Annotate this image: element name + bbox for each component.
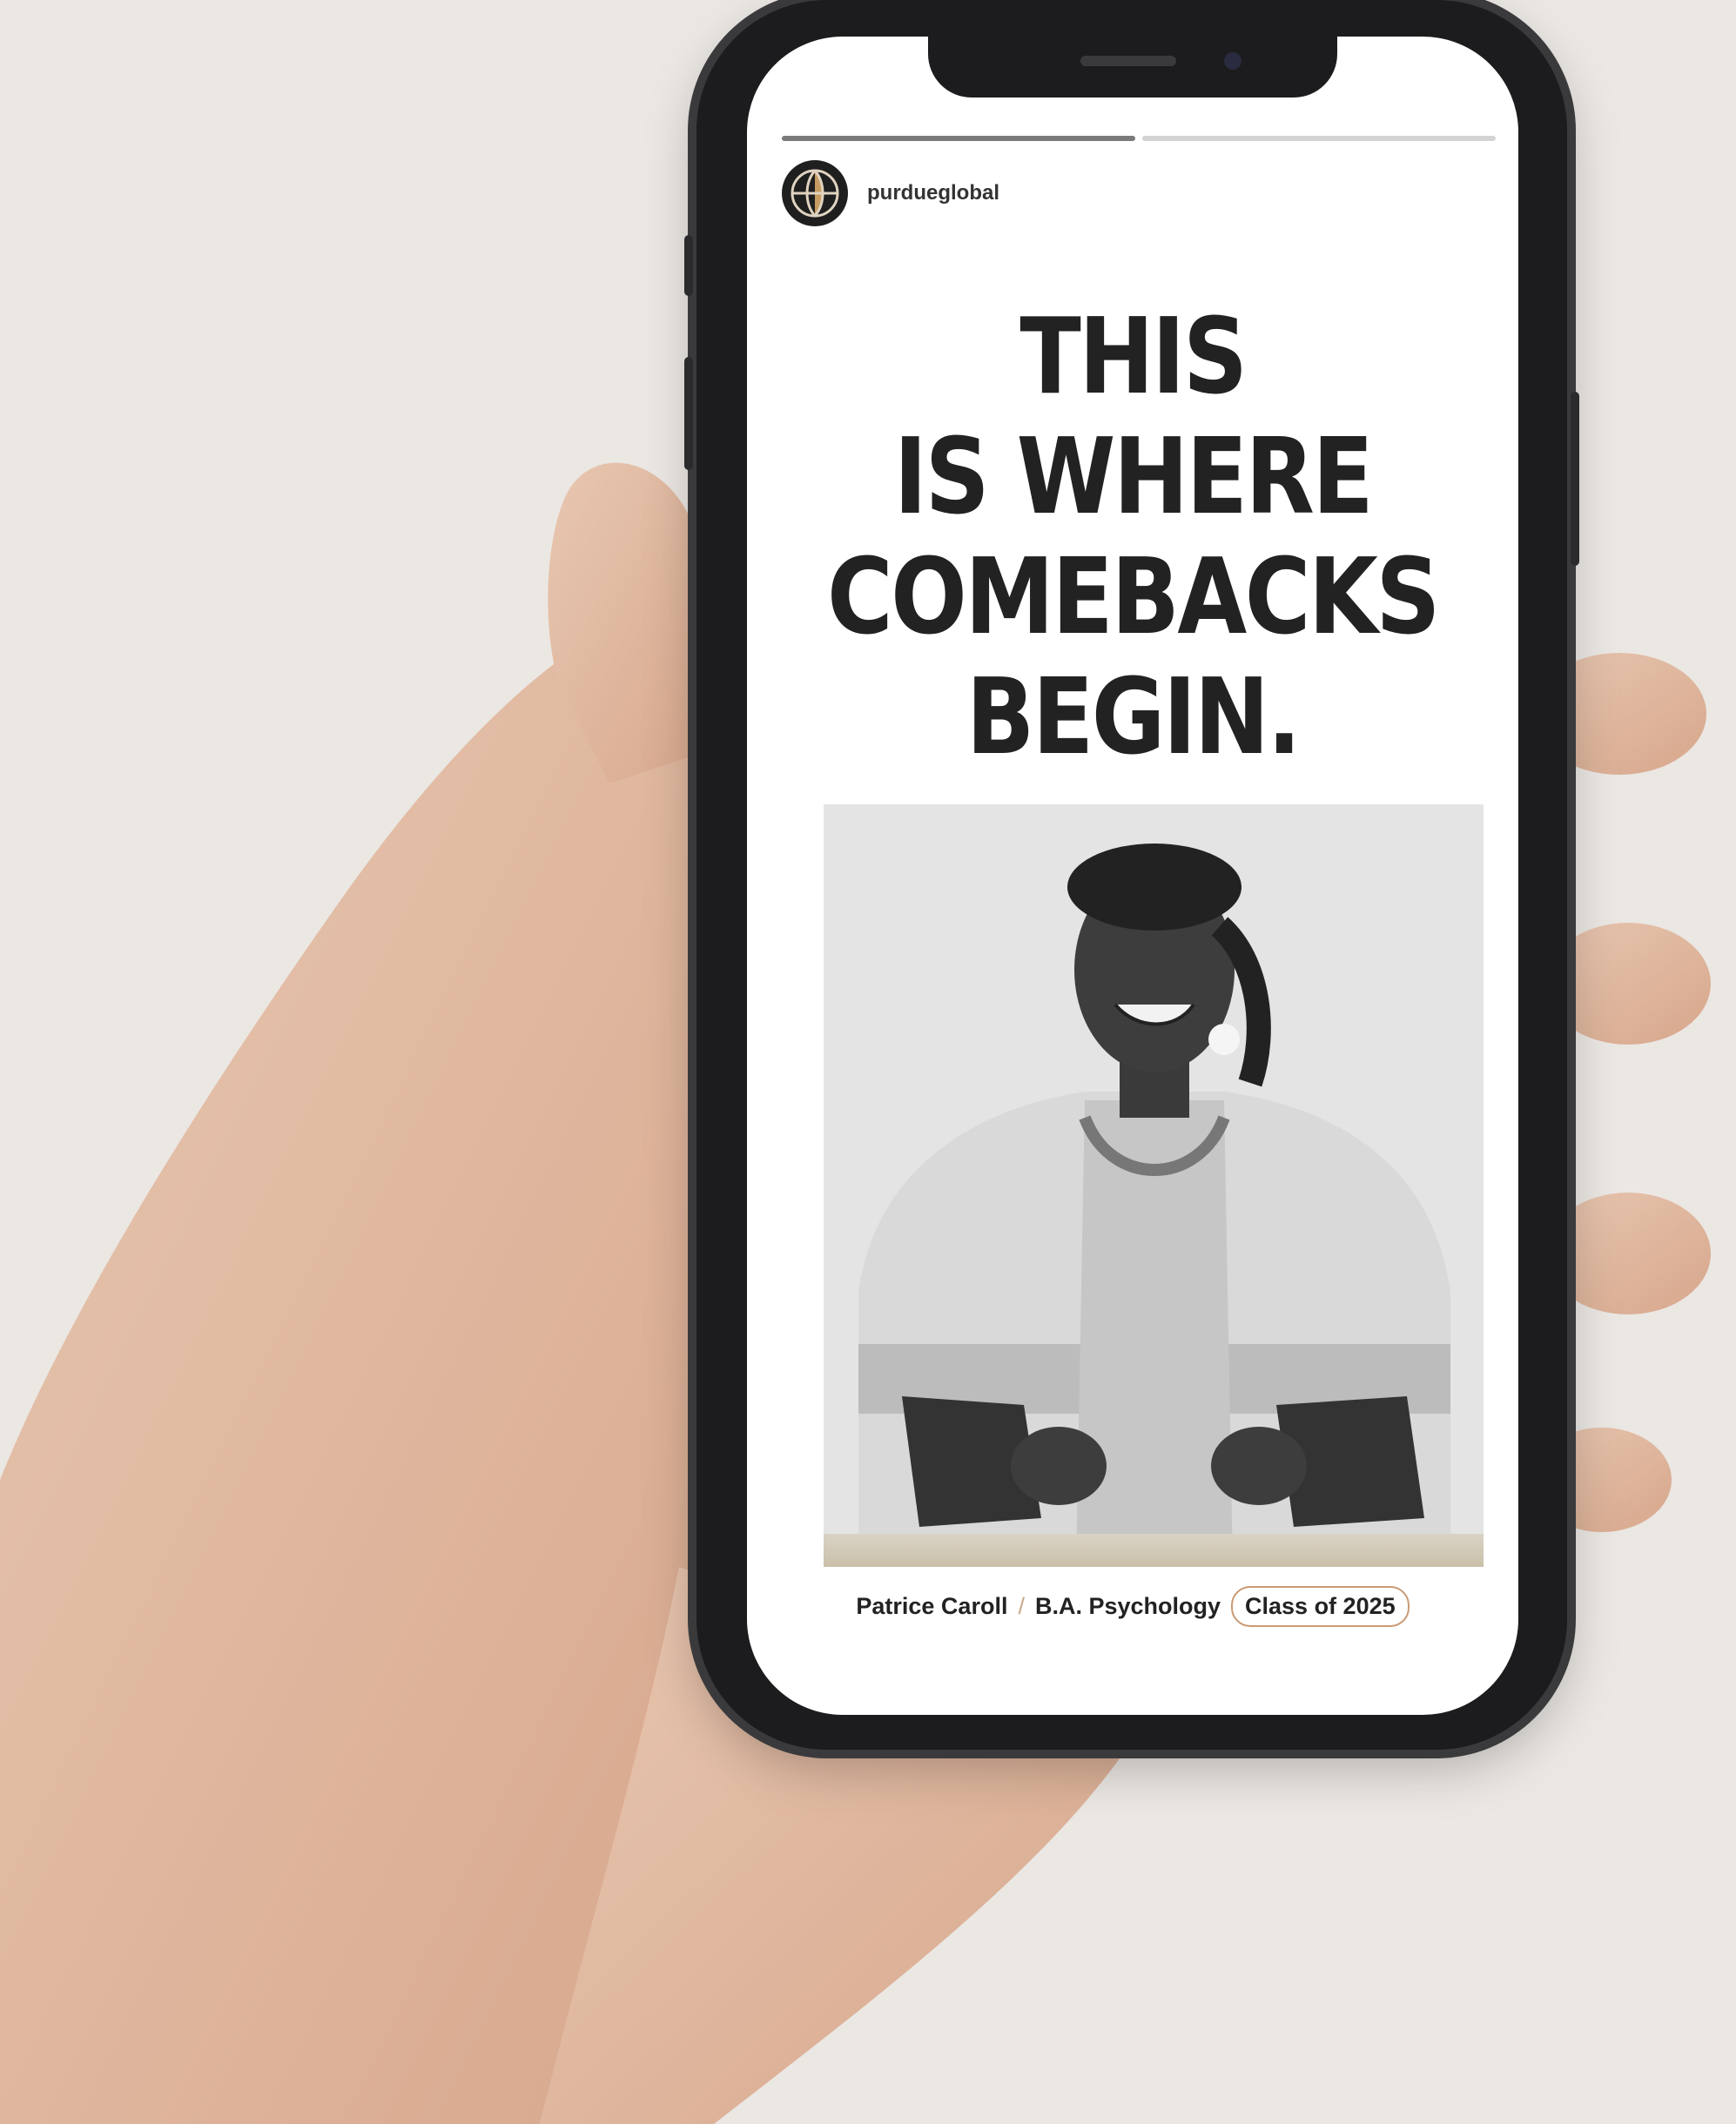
story-username[interactable]: purdueglobal <box>867 181 999 205</box>
portrait-illustration <box>824 804 1484 1567</box>
story-progress-segment <box>782 136 1135 141</box>
photo-texture-strip <box>824 1534 1484 1567</box>
caption-separator: / <box>1018 1593 1025 1619</box>
front-camera <box>1224 52 1241 70</box>
story-progress-fill <box>782 136 1135 141</box>
caption-degree: B.A. Psychology <box>1034 1593 1221 1619</box>
globe-logo-icon <box>791 169 839 218</box>
class-badge: Class of 2025 <box>1231 1586 1410 1627</box>
headline: THIS IS WHERE COMEBACKS BEGIN. <box>747 298 1518 778</box>
speaker-grille <box>1080 56 1176 66</box>
story-header[interactable]: purdueglobal <box>782 158 999 228</box>
headline-line: THIS <box>1019 297 1248 418</box>
photo-caption: Patrice Caroll / B.A. Psychology Class o… <box>747 1586 1518 1627</box>
headline-line: COMEBACKS <box>826 537 1441 658</box>
notch <box>928 37 1337 97</box>
caption-name: Patrice Caroll <box>856 1593 1008 1619</box>
smartphone: purdueglobal THIS IS WHERE COMEBACKS BEG… <box>684 0 1579 1750</box>
volume-down-button[interactable] <box>684 357 693 470</box>
story-progress-bar <box>782 136 1496 141</box>
avatar[interactable] <box>782 160 848 226</box>
volume-up-button[interactable] <box>684 235 693 296</box>
headline-line: IS WHERE <box>893 417 1374 538</box>
story-progress-segment <box>1142 136 1496 141</box>
headline-line: BEGIN. <box>966 657 1302 778</box>
phone-screen: purdueglobal THIS IS WHERE COMEBACKS BEG… <box>747 37 1518 1715</box>
portrait-photo <box>824 804 1484 1567</box>
power-button[interactable] <box>1571 392 1579 566</box>
